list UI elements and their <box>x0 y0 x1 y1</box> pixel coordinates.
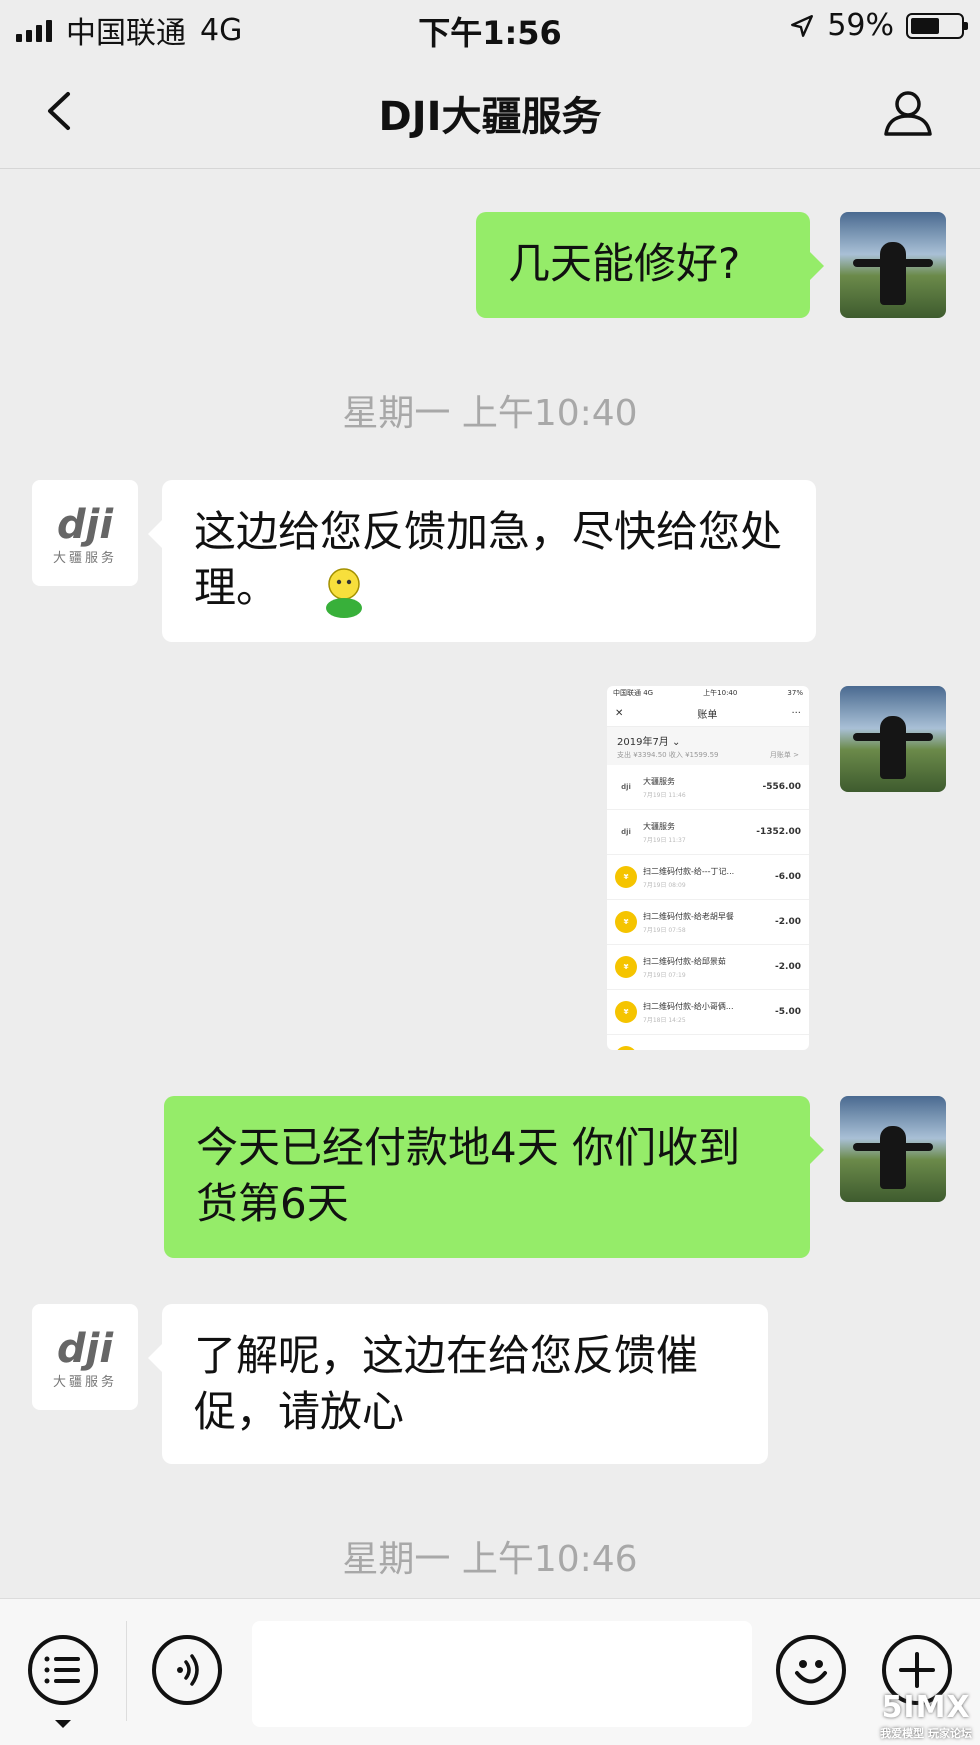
bill-row: dji 大疆服务 7月19日 11:46 -556.00 <box>607 765 809 810</box>
bill-row-name: 大疆服务 <box>643 776 675 786</box>
svg-text:dji: dji <box>57 1326 114 1372</box>
list-icon[interactable] <box>28 1635 98 1705</box>
bill-row-amount: -556.00 <box>762 782 801 792</box>
message-input[interactable] <box>252 1621 752 1727</box>
bill-row: ¥二妹包子-10.00 <box>607 1035 809 1050</box>
status-bar: 中国联通 4G 下午1:56 59% <box>0 0 980 56</box>
bill-row-name: 扫二维码付款-给小哥俩... <box>643 1001 734 1011</box>
dji-avatar[interactable]: dji 大疆服务 <box>32 480 138 586</box>
message-text: 了解呢，这边在给您反馈催促，请放心 <box>194 1331 699 1436</box>
dji-logo-icon: dji <box>621 828 631 836</box>
voice-icon[interactable] <box>152 1635 222 1705</box>
bill-row: ¥ 扫二维码付款-给老胡早餐 7月19日 07:58 -2.00 <box>607 900 809 945</box>
coin-icon: ¥ <box>615 956 637 978</box>
coin-icon: ¥ <box>615 1001 637 1023</box>
person-icon[interactable] <box>880 84 936 140</box>
bill-row: dji 大疆服务 7月19日 11:37 -1352.00 <box>607 810 809 855</box>
dji-logo-icon: dji 大疆服务 <box>53 502 117 566</box>
image-message[interactable]: 中国联通 4G 上午10:40 37% ✕ 账单 ··· 2019年7月 ⌄ 支… <box>607 686 809 1050</box>
bill-row-amount: -2.00 <box>775 962 801 972</box>
emoji-icon <box>326 568 362 618</box>
chevron-down-icon <box>55 1720 71 1728</box>
bill-row-amount: -2.00 <box>775 917 801 927</box>
message-bubble[interactable]: 了解呢，这边在给您反馈催促，请放心 <box>148 1304 768 1464</box>
message-bubble[interactable]: 今天已经付款地4天 你们收到货第6天 <box>164 1096 824 1258</box>
timestamp: 星期一 上午10:40 <box>342 393 638 434</box>
watermark: 5IMX 我爱模型 玩家论坛 <box>880 1690 972 1740</box>
bill-row-name: 扫二维码付款-给老胡早餐 <box>643 911 734 921</box>
smiley-icon[interactable] <box>776 1635 846 1705</box>
divider <box>126 1621 127 1721</box>
message-text: 几天能修好? <box>508 239 741 288</box>
input-bar: 5IMX 我爱模型 玩家论坛 <box>0 1598 980 1745</box>
bill-row-amount: -1352.00 <box>756 827 801 837</box>
coin-icon: ¥ <box>615 911 637 933</box>
bill-row-name: 扫二维码付款-给邱景茹 <box>643 956 726 966</box>
bill-row-date: 7月18日 14:25 <box>643 1016 686 1024</box>
location-arrow-icon <box>791 14 814 37</box>
svg-text:dji: dji <box>57 502 114 548</box>
bill-row: ¥ 扫二维码付款-给小哥俩... 7月18日 14:25 -5.00 <box>607 990 809 1035</box>
bill-row-date: 7月19日 11:46 <box>643 791 686 799</box>
bill-row-name: 扫二维码付款-给---丁记... <box>643 866 735 876</box>
bill-row: ¥ 扫二维码付款-给邱景茹 7月19日 07:19 -2.00 <box>607 945 809 990</box>
dji-logo-icon: dji 大疆服务 <box>53 1326 117 1390</box>
svg-text:大疆服务: 大疆服务 <box>53 1374 117 1390</box>
dji-avatar[interactable]: dji 大疆服务 <box>32 1304 138 1410</box>
battery-percent: 59% <box>827 8 894 43</box>
bill-row-date: 7月19日 11:37 <box>643 836 686 844</box>
nav-bar: DJI大疆服务 <box>0 56 980 169</box>
message-bubble[interactable]: 这边给您反馈加急，尽快给您处理。 <box>148 480 816 642</box>
bill-row-date: 7月19日 07:19 <box>643 971 686 979</box>
bill-row-amount: -6.00 <box>775 872 801 882</box>
battery-icon <box>906 12 968 39</box>
message-text: 今天已经付款地4天 你们收到货第6天 <box>196 1123 741 1228</box>
bill-row-name: 大疆服务 <box>643 821 675 831</box>
bill-row-date: 7月19日 08:09 <box>643 881 686 889</box>
coin-icon: ¥ <box>615 866 637 888</box>
user-avatar[interactable] <box>840 212 946 318</box>
user-avatar[interactable] <box>840 1096 946 1202</box>
timestamp: 星期一 上午10:46 <box>342 1539 638 1580</box>
coin-icon: ¥ <box>615 1046 637 1050</box>
bill-row: ¥ 扫二维码付款-给---丁记... 7月19日 08:09 -6.00 <box>607 855 809 900</box>
message-bubble[interactable]: 几天能修好? <box>476 212 824 318</box>
chat-title: DJI大疆服务 <box>378 94 602 140</box>
message-text: 这边给您反馈加急，尽快给您处理。 <box>194 507 783 612</box>
svg-text:大疆服务: 大疆服务 <box>53 550 117 566</box>
bill-row-date: 7月19日 07:58 <box>643 926 686 934</box>
dji-logo-icon: dji <box>621 783 631 791</box>
user-avatar[interactable] <box>840 686 946 792</box>
bill-row-amount: -5.00 <box>775 1007 801 1017</box>
